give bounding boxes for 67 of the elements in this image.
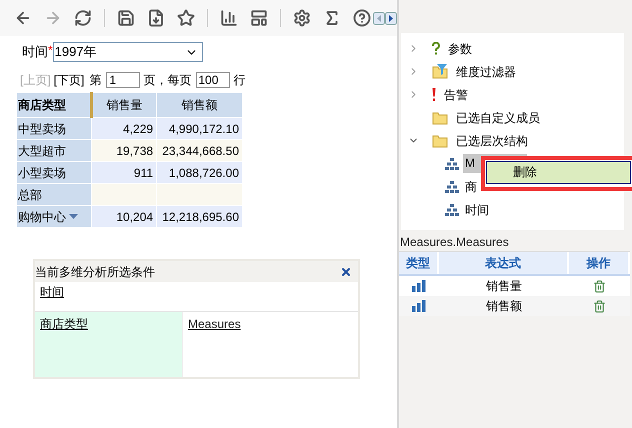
delete-menu-item[interactable]: 删除 bbox=[486, 161, 631, 184]
page-label: 第 bbox=[89, 72, 102, 89]
tree-item[interactable]: 维度过滤器 bbox=[456, 62, 516, 80]
bar-chart-icon bbox=[412, 280, 426, 292]
expression-cell-text: 销售额 bbox=[485, 298, 523, 315]
conditions-title: 当前多维分析所选条件 bbox=[35, 264, 155, 280]
hierarchy-icon bbox=[445, 180, 459, 192]
tree-item[interactable]: 已选自定义成员 bbox=[456, 108, 540, 126]
table-cell: 23,344,668.50 bbox=[156, 140, 242, 162]
settings-icon[interactable] bbox=[293, 9, 311, 27]
trash-icon[interactable] bbox=[593, 300, 606, 312]
question-mark-icon bbox=[432, 42, 440, 55]
filter-label: 时间 bbox=[22, 43, 48, 62]
filter-folder-icon bbox=[432, 64, 448, 79]
column-header: 销售量 bbox=[92, 92, 157, 118]
table-cell: 10,204 bbox=[92, 206, 157, 228]
table-cell: 1,088,726.00 bbox=[156, 162, 242, 184]
tree-item[interactable]: 已选层次结构 bbox=[456, 132, 528, 150]
refresh-icon[interactable] bbox=[74, 9, 92, 27]
time-dropdown[interactable]: 1997年 bbox=[52, 42, 203, 62]
next-page-link[interactable]: [下页] bbox=[54, 71, 84, 89]
save-icon[interactable] bbox=[117, 9, 135, 27]
hierarchy-icon bbox=[445, 158, 459, 170]
close-icon[interactable] bbox=[340, 266, 352, 278]
expression-cell-text: 销售量 bbox=[485, 278, 523, 295]
bar-chart-icon bbox=[412, 300, 426, 312]
measures-column-header: 表达式 bbox=[439, 252, 569, 274]
row-header: 小型卖场 bbox=[18, 164, 66, 182]
measures-column-header: 类型 bbox=[399, 252, 439, 274]
hierarchy-icon bbox=[445, 204, 459, 216]
tree-item[interactable]: 告警 bbox=[444, 86, 468, 104]
column-header: 商店类型 bbox=[16, 92, 92, 118]
tree-item[interactable]: 参数 bbox=[448, 40, 472, 58]
per-page-field[interactable]: 100 bbox=[196, 72, 230, 88]
table-cell: 4,990,172.10 bbox=[156, 118, 242, 140]
required-mark: * bbox=[48, 42, 53, 59]
row-header: 中型卖场 bbox=[18, 120, 66, 138]
page-field[interactable]: 1 bbox=[106, 72, 140, 88]
measures-link[interactable]: Measures bbox=[188, 317, 241, 331]
rows-label: 行 bbox=[233, 72, 246, 89]
save-as-icon[interactable] bbox=[147, 9, 165, 27]
exclamation-icon bbox=[432, 88, 436, 101]
star-icon[interactable] bbox=[177, 9, 195, 27]
scroll-right-icon[interactable] bbox=[385, 12, 397, 24]
help-icon[interactable] bbox=[353, 9, 371, 27]
measures-title: Measures.Measures bbox=[399, 234, 510, 251]
trash-icon[interactable] bbox=[593, 280, 606, 292]
time-link[interactable]: 时间 bbox=[40, 285, 64, 299]
table-cell: 12,218,695.60 bbox=[156, 206, 242, 228]
table-cell: 19,738 bbox=[92, 140, 157, 162]
folder-icon bbox=[432, 110, 448, 124]
row-header: 购物中心 bbox=[18, 208, 66, 226]
table-cell: 4,229 bbox=[92, 118, 157, 140]
hierarchy-item[interactable]: 商 bbox=[463, 178, 479, 196]
per-page-label: 页，每页 bbox=[143, 72, 192, 89]
row-header: 大型超市 bbox=[18, 142, 66, 160]
column-header: 销售额 bbox=[156, 92, 242, 118]
bar-chart-icon[interactable] bbox=[220, 9, 238, 27]
row-header: 总部 bbox=[18, 186, 42, 204]
layout-icon[interactable] bbox=[250, 9, 268, 27]
back-icon[interactable] bbox=[14, 9, 32, 27]
store-type-link[interactable]: 商店类型 bbox=[40, 317, 88, 331]
hierarchy-item[interactable]: 时间 bbox=[463, 200, 491, 218]
measures-column-header: 操作 bbox=[569, 252, 630, 274]
table-cell: 911 bbox=[92, 162, 157, 184]
dropdown-triangle-icon[interactable] bbox=[69, 214, 78, 219]
folder-icon bbox=[432, 134, 448, 148]
